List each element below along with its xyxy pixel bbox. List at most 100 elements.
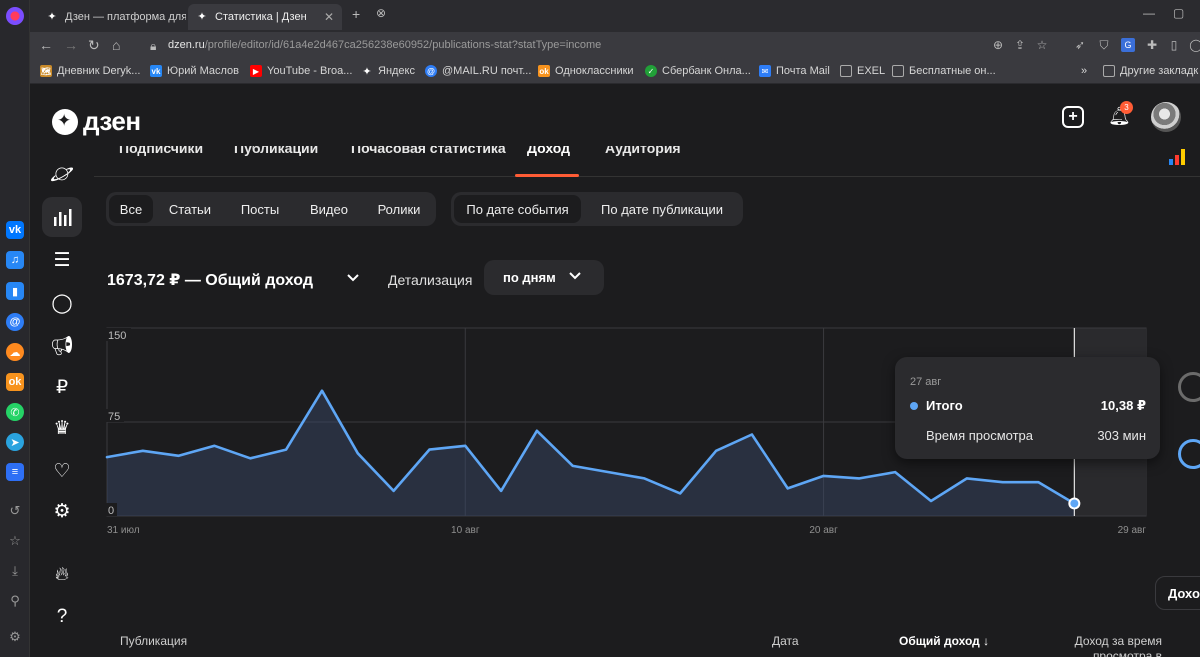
x-tick-label: 20 авг: [809, 525, 838, 536]
sidebar-toggle-icon[interactable]: ▯: [1167, 38, 1181, 52]
zoom-icon[interactable]: ⊕: [991, 38, 1005, 52]
url-path: /profile/editor/id/61a4e2d467ca256238e60…: [204, 39, 602, 51]
back-icon[interactable]: ←: [39, 37, 53, 53]
other-bookmarks[interactable]: Другие закладк: [1103, 65, 1198, 77]
youtube-icon: ▶: [250, 65, 262, 77]
url-field[interactable]: dzen.ru/profile/editor/id/61a4e2d467ca25…: [168, 39, 601, 51]
tab-title: Статистика | Дзен: [215, 11, 307, 23]
opera-logo-icon[interactable]: [6, 7, 24, 25]
bookmark-item[interactable]: @ @MAIL.RU почт...: [425, 65, 531, 77]
bookmark-label: Почта Mail: [776, 65, 830, 77]
column-total-income[interactable]: Общий доход ↓: [899, 634, 989, 648]
column-income-dzen[interactable]: Доход за время просмотра в Дзене: [1070, 634, 1162, 657]
forward-icon[interactable]: →: [64, 37, 78, 53]
reload-icon[interactable]: ↻: [88, 37, 100, 54]
dzen-favicon-icon: ✦: [47, 11, 57, 23]
bookmark-item[interactable]: EXEL: [840, 65, 885, 77]
folder-icon: [840, 65, 852, 77]
bookmark-star-icon[interactable]: ☆: [1035, 38, 1049, 52]
ok-icon: ok: [538, 65, 550, 77]
vk-icon[interactable]: vk: [6, 221, 24, 239]
bookmarks-overflow[interactable]: »: [1081, 65, 1087, 77]
settings-icon[interactable]: ⚙: [7, 629, 23, 645]
music-icon[interactable]: ♫: [6, 251, 24, 269]
puzzle-icon[interactable]: ✚: [1145, 38, 1159, 52]
series-dot: [910, 402, 918, 410]
hover-point: [1070, 499, 1079, 508]
bookmark-item[interactable]: vk Юрий Маслов: [150, 65, 239, 77]
browser-tab-bar: ✦ Дзен — платформа для про ✦ Статистика …: [30, 0, 1200, 32]
new-tab-button[interactable]: +: [352, 6, 360, 22]
bookmark-label: Дневник Deryk...: [57, 65, 141, 77]
bookmark-label: Яндекс: [378, 65, 415, 77]
y-tick-label: 0: [108, 505, 114, 517]
tooltip-date: 27 авг: [910, 376, 942, 388]
bookmark-item[interactable]: ok Одноклассники: [538, 65, 634, 77]
mail-ru-icon: @: [425, 65, 437, 77]
bookmark-label: Другие закладк: [1120, 65, 1199, 77]
telegram-icon[interactable]: ➤: [6, 433, 24, 451]
address-bar: ← → ↻ ⌂ 🔒︎ dzen.ru/profile/editor/id/61a…: [30, 32, 1200, 60]
dzen-favicon-icon: ✦: [197, 11, 207, 23]
bookmark-label: EXEL: [857, 65, 886, 77]
column-date[interactable]: Дата: [772, 634, 799, 648]
bookmark-item[interactable]: 🗺︎ Дневник Deryk...: [40, 65, 140, 77]
star-icon[interactable]: ☆: [7, 533, 23, 549]
bookmark-label: Сбербанк Онла...: [662, 65, 751, 77]
translate-icon[interactable]: G: [1121, 38, 1135, 52]
spinner-icon: [1178, 372, 1200, 402]
download-icon[interactable]: ⤓: [7, 563, 23, 579]
tooltip-time-value: 303 мин: [1097, 428, 1146, 443]
dzen-page: Подписчики Публикации Почасовая статисти…: [30, 84, 1200, 657]
mail-icon: ✉: [759, 65, 771, 77]
minimize-icon[interactable]: —: [1143, 6, 1155, 20]
folder-icon: [1103, 65, 1115, 77]
bookmark-item[interactable]: ✉ Почта Mail: [759, 65, 830, 77]
history-icon[interactable]: ↺: [7, 503, 23, 519]
stats-icon[interactable]: ▮: [6, 282, 24, 300]
cloud-icon[interactable]: ☁: [6, 343, 24, 361]
bookmark-item[interactable]: ✓ Сбербанк Онла...: [645, 65, 751, 77]
chart-tooltip: 27 авг Итого 10,38 ₽ Время просмотра 303…: [895, 357, 1160, 459]
home-icon[interactable]: ⌂: [112, 37, 120, 53]
rocket-icon[interactable]: ➶: [1073, 38, 1087, 52]
browser-sidebar: vk ♫ ▮ @ ☁ ok ✆ ➤ ≡ ↺ ☆ ⤓ ⚲ ⚙: [0, 0, 30, 657]
bookmark-label: YouTube - Broa...: [267, 65, 353, 77]
shield-icon[interactable]: ⛉: [1097, 38, 1111, 52]
income-chip[interactable]: Дохо: [1155, 576, 1200, 610]
lock-icon[interactable]: 🔒︎: [150, 39, 156, 54]
bookmark-item[interactable]: ✦ Яндекс: [361, 65, 415, 78]
x-tick-label: 10 авг: [451, 525, 480, 536]
maximize-icon[interactable]: ▢: [1173, 6, 1184, 20]
tab-title: Дзен — платформа для про: [65, 11, 186, 23]
y-tick-label: 150: [108, 330, 126, 342]
mail-ru-icon[interactable]: @: [6, 313, 24, 331]
bookmark-item[interactable]: ▶ YouTube - Broa...: [250, 65, 352, 77]
vk-icon: vk: [150, 65, 162, 77]
ok-icon[interactable]: ok: [6, 373, 24, 391]
column-publication[interactable]: Публикация: [120, 634, 187, 648]
bookmark-label: @MAIL.RU почт...: [442, 65, 532, 77]
bookmark-label: Одноклассники: [555, 65, 634, 77]
progress-ring-icon: [1178, 439, 1200, 469]
sberbank-icon: ✓: [645, 65, 657, 77]
x-tick-label: 29 авг: [1118, 525, 1147, 536]
bookmark-diary-icon: 🗺︎: [40, 65, 52, 77]
list-icon[interactable]: ≡: [6, 463, 24, 481]
whatsapp-icon[interactable]: ✆: [6, 403, 24, 421]
bookmark-label: Бесплатные он...: [909, 65, 996, 77]
bookmark-item[interactable]: Бесплатные он...: [892, 65, 996, 77]
tooltip-label: Итого: [926, 398, 963, 413]
profile-icon[interactable]: ◯: [1189, 38, 1200, 52]
tooltip-time-label: Время просмотра: [926, 428, 1034, 443]
share-icon[interactable]: ⇪: [1013, 38, 1027, 52]
browser-tab-active[interactable]: ✦ Статистика | Дзен ✕: [188, 4, 342, 30]
x-tick-label: 31 июл: [107, 525, 140, 536]
folder-icon: [892, 65, 904, 77]
tooltip-value: 10,38 ₽: [1100, 398, 1146, 413]
bookmark-label: Юрий Маслов: [167, 65, 239, 77]
close-tab-icon[interactable]: ✕: [314, 10, 334, 24]
browser-tab[interactable]: ✦ Дзен — платформа для про: [38, 4, 186, 30]
incognito-icon[interactable]: ⊗: [376, 6, 386, 20]
extensions-icon[interactable]: ⚲: [7, 593, 23, 609]
